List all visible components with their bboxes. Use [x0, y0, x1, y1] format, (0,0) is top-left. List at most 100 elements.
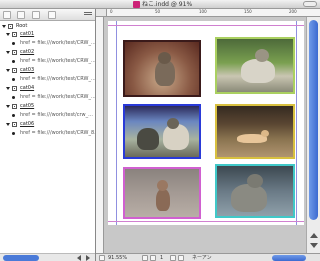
window-toolbar-toggle-button[interactable] — [303, 1, 317, 7]
image-frame-cat04[interactable] — [215, 104, 295, 159]
cat-photo — [217, 39, 293, 92]
element-tag-label: cat02 — [20, 49, 35, 55]
element-tag-icon — [12, 32, 17, 37]
tree-row-element[interactable]: cat06 — [0, 120, 95, 128]
element-tag-label: cat01 — [20, 31, 35, 37]
scroll-right-arrow-icon[interactable] — [86, 255, 90, 261]
tree-row-attribute[interactable]: href = file:///work/test/CRW_8... — [0, 129, 95, 137]
image-frame-cat01[interactable] — [123, 40, 201, 97]
attribute-bullet-icon — [12, 114, 15, 117]
tree-row-attribute[interactable]: href = file:///work/test/CRW_... — [0, 93, 95, 101]
attribute-bullet-icon — [12, 60, 15, 63]
image-frame-cat02[interactable] — [215, 37, 295, 94]
window-titlebar: ねこ.indd @ 91% — [0, 0, 320, 9]
tree-row-attribute[interactable]: href = file:///work/test/CRW_... — [0, 75, 95, 83]
zoom-level-field[interactable]: 91.55% — [108, 255, 127, 261]
disclosure-triangle-icon[interactable] — [6, 69, 10, 72]
first-page-icon[interactable] — [142, 255, 148, 261]
structure-tree: Root cat01 href = file:///work/test/CRW_… — [0, 21, 95, 241]
scroll-up-arrow-icon[interactable] — [310, 233, 318, 238]
tree-row-attribute[interactable]: href = file:///work/test/CRW_... — [0, 39, 95, 47]
attribute-bullet-icon — [12, 96, 15, 99]
disclosure-triangle-icon[interactable] — [6, 33, 10, 36]
margin-guide — [108, 25, 304, 26]
cat-body — [231, 184, 267, 212]
scrollbar-thumb[interactable] — [309, 20, 318, 220]
element-tag-icon — [12, 86, 17, 91]
show-hide-tag-markers-icon[interactable] — [3, 11, 11, 19]
element-tag-icon — [12, 50, 17, 55]
document-vertical-scrollbar[interactable] — [306, 17, 320, 253]
tree-row-attribute[interactable]: href = file:///work/test/crw_... — [0, 111, 95, 119]
tree-row-element[interactable]: cat04 — [0, 84, 95, 92]
disclosure-triangle-icon[interactable] — [6, 87, 10, 90]
scrollbar-thumb[interactable] — [3, 255, 39, 261]
attribute-bullet-icon — [12, 78, 15, 81]
cat-body — [241, 59, 275, 83]
ruler-tick-label: 200 — [289, 9, 297, 14]
horizontal-ruler[interactable]: 0 50 100 150 200 — [107, 9, 320, 17]
ruler-tick-label: 0 — [110, 9, 113, 14]
structure-panel: Root cat01 href = file:///work/test/CRW_… — [0, 9, 96, 261]
panel-menu-icon[interactable] — [84, 11, 92, 19]
attribute-href-label: href = file:///work/test/crw_... — [20, 112, 93, 118]
tree-row-element[interactable]: cat05 — [0, 102, 95, 110]
margin-guide — [116, 21, 117, 225]
tree-row-root[interactable]: Root — [0, 22, 95, 30]
page-number-field[interactable]: 1 — [160, 255, 163, 261]
cat-body — [156, 189, 170, 211]
attribute-bullet-icon — [12, 132, 15, 135]
ruler-tick-label: 50 — [155, 9, 161, 14]
cat-photo — [217, 166, 293, 216]
cat-photo — [125, 106, 199, 157]
tree-row-element[interactable]: cat02 — [0, 48, 95, 56]
attribute-href-label: href = file:///work/test/CRW_... — [20, 40, 95, 46]
disclosure-triangle-icon[interactable] — [6, 105, 10, 108]
cat-head — [157, 180, 168, 191]
attribute-icon[interactable] — [32, 11, 40, 19]
element-tag-icon — [12, 68, 17, 73]
element-tag-icon — [12, 104, 17, 109]
cat-head — [247, 174, 263, 188]
element-tag-label: cat05 — [20, 103, 35, 109]
structure-panel-horizontal-scrollbar[interactable] — [0, 253, 95, 261]
ruler-tick-label: 150 — [244, 9, 252, 14]
ruler-origin[interactable] — [96, 9, 107, 17]
add-element-icon[interactable] — [17, 11, 25, 19]
image-frame-cat05[interactable] — [123, 167, 201, 219]
tree-row-element[interactable]: cat03 — [0, 66, 95, 74]
cat-head — [255, 49, 269, 62]
tree-row-attribute[interactable]: href = file:///work/test/CRW_... — [0, 57, 95, 65]
element-tag-label: cat03 — [20, 67, 35, 73]
attribute-href-label: href = file:///work/test/CRW_... — [20, 94, 95, 100]
vertical-ruler[interactable] — [96, 17, 104, 253]
margin-guide — [296, 21, 297, 225]
cat-photo — [125, 42, 199, 95]
disclosure-triangle-icon[interactable] — [6, 123, 10, 126]
horizontal-scrollbar-thumb[interactable] — [272, 255, 306, 261]
attribute-bullet-icon — [12, 42, 15, 45]
image-frame-cat06[interactable] — [215, 164, 295, 218]
attribute-href-label: href = file:///work/test/CRW_... — [20, 58, 95, 64]
attribute-href-label: href = file:///work/test/CRW_8... — [20, 130, 95, 136]
document-canvas[interactable]: 0 50 100 150 200 — [96, 9, 320, 253]
cat-head — [167, 118, 179, 129]
indesign-document-icon — [133, 1, 140, 8]
tree-row-element[interactable]: cat01 — [0, 30, 95, 38]
cat-photo — [125, 169, 199, 217]
scroll-left-arrow-icon[interactable] — [77, 255, 81, 261]
last-page-icon[interactable] — [178, 255, 184, 261]
delete-element-icon[interactable] — [48, 11, 56, 19]
image-frame-cat03[interactable] — [123, 104, 201, 159]
preview-mode-icon[interactable] — [99, 255, 105, 261]
previous-page-icon[interactable] — [150, 255, 156, 261]
next-page-icon[interactable] — [170, 255, 176, 261]
attribute-href-label: href = file:///work/test/CRW_... — [20, 76, 95, 82]
cat-body — [137, 128, 159, 150]
disclosure-triangle-icon[interactable] — [6, 51, 10, 54]
cat-photo — [217, 106, 293, 157]
element-tag-icon — [12, 122, 17, 127]
scroll-down-arrow-icon[interactable] — [310, 243, 318, 248]
root-label: Root — [16, 23, 28, 29]
disclosure-triangle-icon[interactable] — [2, 25, 6, 28]
